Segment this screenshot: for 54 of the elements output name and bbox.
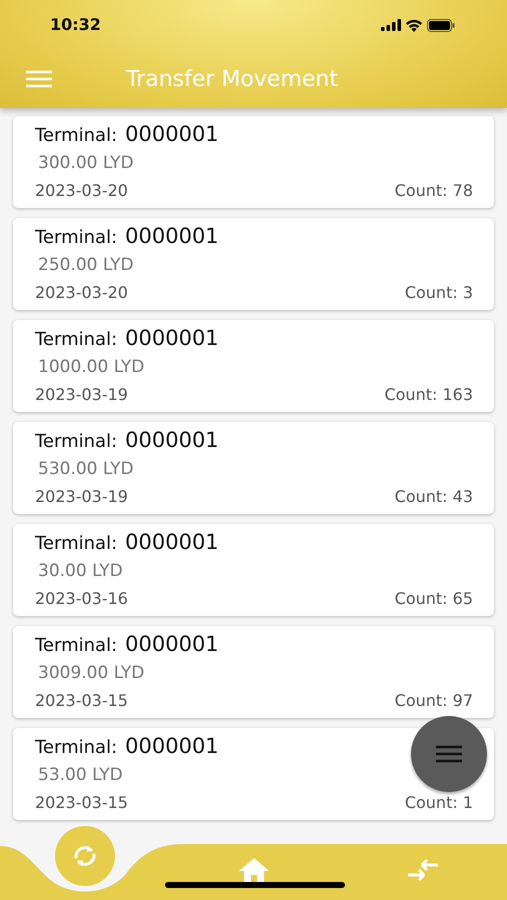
date: 2023-03-20 (35, 180, 128, 202)
amount: 530.00 LYD (37, 458, 134, 478)
terminal-label: Terminal: (35, 226, 118, 250)
battery-icon (427, 18, 455, 32)
count: Count: 97 (394, 690, 473, 712)
transaction-card[interactable]: Terminal: 0000001 3009.00 LYD 2023-03-15 Count: 97 (13, 626, 494, 718)
status-time: 10:32 (50, 14, 101, 36)
amount: 1000.00 LYD (37, 356, 144, 376)
date: 2023-03-15 (35, 690, 128, 712)
terminal-label: Terminal: (35, 532, 118, 556)
count: Count: 1 (404, 792, 473, 814)
transfer-icon (406, 858, 440, 882)
amount: 3009.00 LYD (37, 662, 144, 682)
count: Count: 65 (394, 588, 473, 610)
count: Count: 43 (394, 486, 473, 508)
terminal-number: 0000001 (125, 325, 219, 352)
transfer-tab[interactable] (406, 858, 440, 882)
transaction-card[interactable]: Terminal: 0000001 250.00 LYD 2023-03-20 Count: 3 (13, 218, 494, 310)
amount: 53.00 LYD (37, 764, 123, 784)
wifi-icon (405, 18, 423, 32)
count: Count: 78 (394, 180, 473, 202)
home-icon (238, 857, 270, 883)
menu-icon (436, 745, 462, 763)
transaction-card[interactable]: Terminal: 0000001 30.00 LYD 2023-03-16 Count: 65 (13, 524, 494, 616)
date: 2023-03-20 (35, 282, 128, 304)
transaction-card[interactable]: Terminal: 0000001 300.00 LYD 2023-03-20 Count: 78 (13, 116, 494, 208)
amount: 30.00 LYD (37, 560, 123, 580)
terminal-number: 0000001 (125, 121, 219, 148)
count: Count: 3 (404, 282, 473, 304)
menu-icon (26, 70, 52, 88)
terminal-label: Terminal: (35, 736, 118, 760)
home-tab[interactable] (238, 857, 270, 883)
date: 2023-03-19 (35, 486, 128, 508)
terminal-number: 0000001 (125, 529, 219, 556)
amount: 250.00 LYD (37, 254, 134, 274)
count: Count: 163 (384, 384, 473, 406)
transaction-card[interactable]: Terminal: 0000001 53.00 LYD 2023-03-15 Count: 1 (13, 728, 494, 820)
refresh-tab[interactable] (54, 826, 114, 886)
terminal-number: 0000001 (125, 733, 219, 760)
terminal-number: 0000001 (125, 223, 219, 250)
date: 2023-03-19 (35, 384, 128, 406)
terminal-label: Terminal: (35, 430, 118, 454)
signal-icon (381, 19, 401, 31)
terminal-label: Terminal: (35, 328, 118, 352)
transaction-card[interactable]: Terminal: 0000001 1000.00 LYD 2023-03-19 Count: 163 (13, 320, 494, 412)
terminal-number: 0000001 (125, 631, 219, 658)
terminal-number: 0000001 (125, 427, 219, 454)
date: 2023-03-16 (35, 588, 128, 610)
terminal-label: Terminal: (35, 124, 118, 148)
date: 2023-03-15 (35, 792, 128, 814)
amount: 300.00 LYD (37, 152, 134, 172)
terminal-label: Terminal: (35, 634, 118, 658)
page-title: Transfer Movement (126, 66, 338, 94)
transaction-card[interactable]: Terminal: 0000001 530.00 LYD 2023-03-19 Count: 43 (13, 422, 494, 514)
